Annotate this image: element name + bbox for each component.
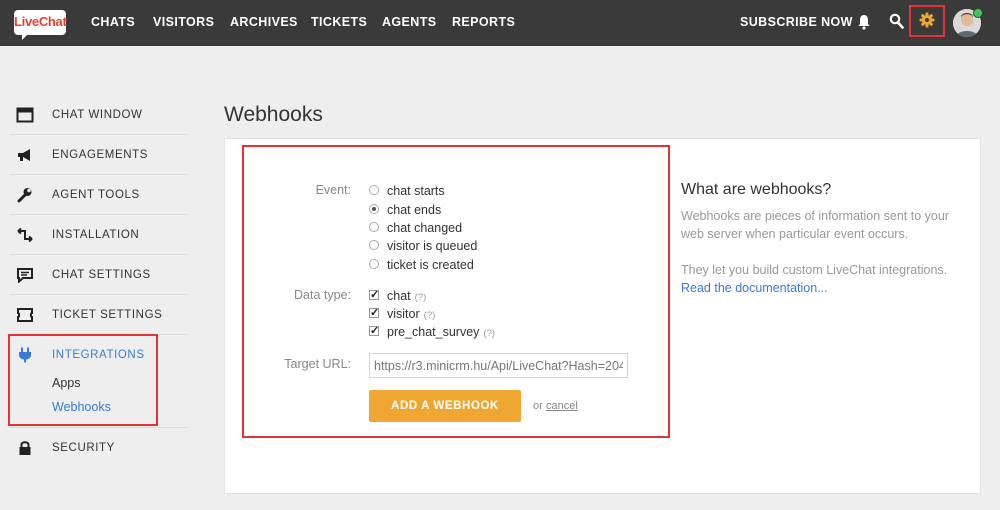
sidebar-item-label: INSTALLATION — [52, 229, 140, 241]
search-icon[interactable] — [889, 13, 904, 29]
sidebar-item-agent-tools[interactable]: AGENT TOOLS — [10, 175, 188, 215]
sidebar-item-security[interactable]: SECURITY — [10, 428, 188, 468]
sidebar-item-ticket-settings[interactable]: TICKET SETTINGS — [10, 295, 188, 335]
sidebar-item-installation[interactable]: INSTALLATION — [10, 215, 188, 255]
info-title: What are webhooks? — [681, 181, 832, 198]
lock-icon — [19, 441, 31, 455]
chat-bubble-icon — [17, 268, 33, 283]
livechat-logo[interactable]: LiveChat — [14, 10, 67, 40]
sidebar-item-chat-settings[interactable]: CHAT SETTINGS — [10, 255, 188, 295]
info-paragraph-2: They let you build custom LiveChat integ… — [681, 261, 951, 297]
documentation-link[interactable]: Read the documentation... — [681, 281, 828, 295]
window-icon — [16, 107, 34, 123]
logo-tail — [22, 34, 28, 40]
top-navbar: LiveChat CHATS VISITORS ARCHIVES TICKETS… — [0, 0, 1000, 46]
subscribe-now-link[interactable]: SUBSCRIBE NOW — [740, 0, 853, 46]
nav-visitors[interactable]: VISITORS — [153, 0, 214, 46]
page-title: Webhooks — [224, 103, 323, 126]
sidebar-item-label: AGENT TOOLS — [52, 189, 140, 201]
megaphone-icon — [18, 149, 30, 161]
nav-reports[interactable]: REPORTS — [452, 0, 515, 46]
wrench-icon — [17, 188, 32, 203]
nav-tickets[interactable]: TICKETS — [311, 0, 367, 46]
sidebar-item-label: SECURITY — [52, 442, 115, 454]
code-icon — [17, 227, 33, 243]
sidebar-item-chat-window[interactable]: CHAT WINDOW — [10, 95, 188, 135]
sidebar-item-label: ENGAGEMENTS — [52, 149, 149, 161]
info-paragraph-text: They let you build custom LiveChat integ… — [681, 263, 948, 277]
nav-chats[interactable]: CHATS — [91, 0, 135, 46]
info-paragraph: Webhooks are pieces of information sent … — [681, 209, 949, 241]
logo-text: LiveChat — [14, 14, 67, 29]
ticket-icon — [17, 308, 33, 322]
sidebar-item-label: TICKET SETTINGS — [52, 309, 163, 321]
sidebar-item-engagements[interactable]: ENGAGEMENTS — [10, 135, 188, 175]
gear-icon[interactable] — [919, 12, 935, 28]
integrations-highlight-box — [8, 334, 158, 426]
online-status-dot — [973, 8, 983, 18]
form-highlight-box — [242, 145, 670, 438]
nav-agents[interactable]: AGENTS — [382, 0, 437, 46]
sidebar-item-label: CHAT SETTINGS — [52, 269, 151, 281]
nav-archives[interactable]: ARCHIVES — [230, 0, 298, 46]
sidebar-item-label: CHAT WINDOW — [52, 109, 143, 121]
bell-icon[interactable] — [857, 14, 871, 30]
